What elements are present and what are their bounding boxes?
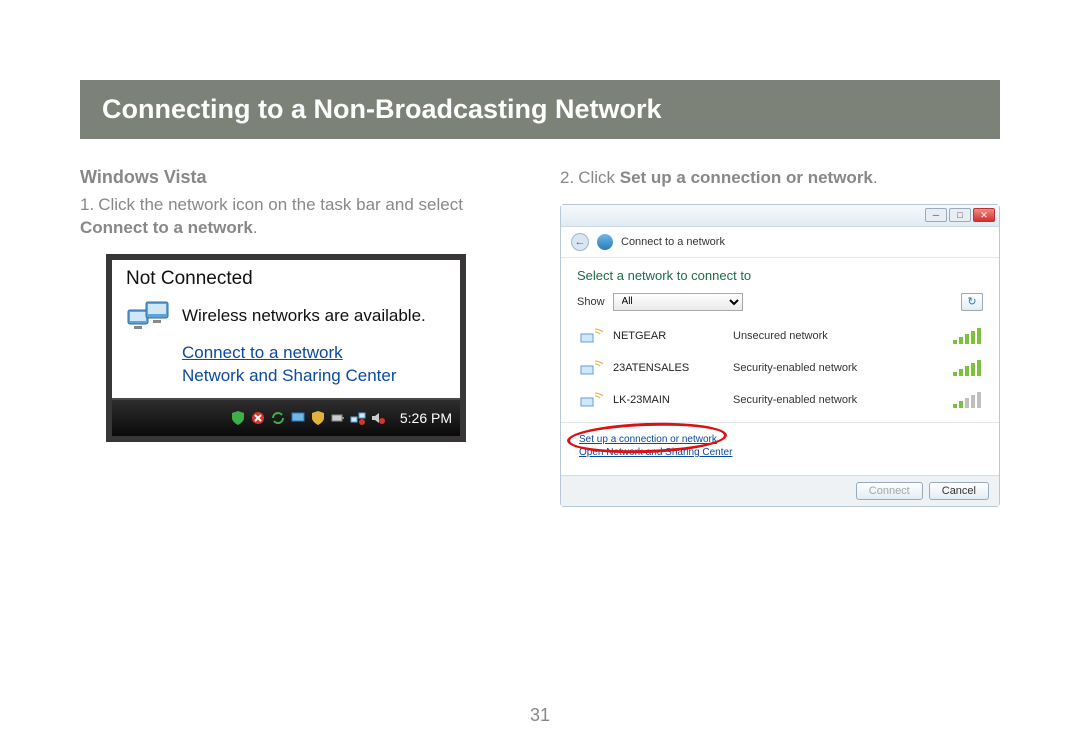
page-number: 31 bbox=[0, 705, 1080, 726]
wireless-icon bbox=[579, 326, 603, 346]
wireless-icon bbox=[579, 390, 603, 410]
dialog-header: ← Connect to a network bbox=[561, 227, 999, 258]
network-security: Security-enabled network bbox=[733, 394, 943, 406]
divider bbox=[561, 422, 999, 423]
tray-sync-icon bbox=[270, 410, 286, 426]
system-tray bbox=[230, 410, 386, 426]
tray-shield2-icon bbox=[310, 410, 326, 426]
step-1-number: 1. bbox=[80, 195, 94, 214]
section-title: Connecting to a Non-Broadcasting Network bbox=[102, 94, 978, 125]
network-security: Security-enabled network bbox=[733, 362, 943, 374]
dialog-links: Set up a connection or network Open Netw… bbox=[577, 429, 983, 469]
network-tooltip: Not Connected Wirel bbox=[112, 260, 460, 400]
network-name: NETGEAR bbox=[613, 330, 723, 342]
cancel-button[interactable]: Cancel bbox=[929, 482, 989, 500]
step-1-text: 1.Click the network icon on the task bar… bbox=[80, 194, 520, 240]
step-1-part-c: . bbox=[253, 218, 258, 237]
content-columns: Windows Vista 1.Click the network icon o… bbox=[80, 167, 1000, 507]
dialog-titlebar: ─ □ ✕ bbox=[561, 205, 999, 227]
signal-strength-icon bbox=[953, 392, 981, 408]
window-minimize-button[interactable]: ─ bbox=[925, 208, 947, 222]
network-row[interactable]: 23ATENSALES Security-enabled network bbox=[577, 352, 983, 384]
tray-shield-icon bbox=[230, 410, 246, 426]
tooltip-status: Not Connected bbox=[126, 268, 448, 290]
step-2-text: 2.Click Set up a connection or network. bbox=[560, 167, 1000, 190]
os-subheading: Windows Vista bbox=[80, 167, 520, 188]
screenshot-network-tooltip: Not Connected Wirel bbox=[106, 254, 466, 442]
refresh-button[interactable]: ↻ bbox=[961, 293, 983, 311]
network-list: NETGEAR Unsecured network 23ATENSALES Se… bbox=[577, 319, 983, 416]
manual-page: Connecting to a Non-Broadcasting Network… bbox=[80, 80, 1000, 507]
network-security: Unsecured network bbox=[733, 330, 943, 342]
tray-monitor-icon bbox=[290, 410, 306, 426]
step-1-bold: Connect to a network bbox=[80, 218, 253, 237]
globe-icon bbox=[597, 234, 613, 250]
right-column: 2.Click Set up a connection or network. … bbox=[560, 167, 1000, 507]
dialog-title-text: Connect to a network bbox=[621, 236, 725, 248]
back-button[interactable]: ← bbox=[571, 233, 589, 251]
link-open-sharing-center[interactable]: Open Network and Sharing Center bbox=[579, 446, 981, 459]
section-title-bar: Connecting to a Non-Broadcasting Network bbox=[80, 80, 1000, 139]
network-name: LK-23MAIN bbox=[613, 394, 723, 406]
tray-battery-icon bbox=[330, 410, 346, 426]
connect-button[interactable]: Connect bbox=[856, 482, 923, 500]
tooltip-row: Wireless networks are available. bbox=[126, 296, 448, 336]
left-column: Windows Vista 1.Click the network icon o… bbox=[80, 167, 520, 507]
screenshot-connect-dialog: ─ □ ✕ ← Connect to a network Select a ne… bbox=[560, 204, 1000, 507]
select-network-label: Select a network to connect to bbox=[577, 268, 983, 283]
show-filter-row: Show All ↻ bbox=[577, 293, 983, 311]
step-2-part-c: . bbox=[873, 168, 878, 187]
link-network-sharing-center[interactable]: Network and Sharing Center bbox=[182, 365, 448, 388]
network-name: 23ATENSALES bbox=[613, 362, 723, 374]
computers-icon bbox=[126, 296, 172, 336]
dialog-footer: Connect Cancel bbox=[561, 475, 999, 506]
tray-alert-icon bbox=[250, 410, 266, 426]
step-2-part-a: Click bbox=[578, 168, 620, 187]
wireless-icon bbox=[579, 358, 603, 378]
network-row[interactable]: NETGEAR Unsecured network bbox=[577, 320, 983, 352]
signal-strength-icon bbox=[953, 328, 981, 344]
show-label: Show bbox=[577, 296, 605, 308]
tray-network-icon bbox=[350, 410, 366, 426]
signal-strength-icon bbox=[953, 360, 981, 376]
step-2-bold: Set up a connection or network bbox=[620, 168, 873, 187]
link-setup-connection[interactable]: Set up a connection or network bbox=[579, 433, 981, 446]
tooltip-available-text: Wireless networks are available. bbox=[182, 306, 426, 326]
step-2-number: 2. bbox=[560, 168, 574, 187]
taskbar: 5:26 PM bbox=[112, 400, 460, 436]
tooltip-links: Connect to a network Network and Sharing… bbox=[182, 342, 448, 388]
network-row[interactable]: LK-23MAIN Security-enabled network bbox=[577, 384, 983, 416]
dialog-body: Select a network to connect to Show All … bbox=[561, 258, 999, 475]
taskbar-clock: 5:26 PM bbox=[400, 410, 452, 426]
show-filter-select[interactable]: All bbox=[613, 293, 743, 311]
link-connect-to-network[interactable]: Connect to a network bbox=[182, 342, 448, 365]
tray-volume-icon bbox=[370, 410, 386, 426]
step-1-part-a: Click the network icon on the task bar a… bbox=[98, 195, 463, 214]
window-close-button[interactable]: ✕ bbox=[973, 208, 995, 222]
window-maximize-button[interactable]: □ bbox=[949, 208, 971, 222]
